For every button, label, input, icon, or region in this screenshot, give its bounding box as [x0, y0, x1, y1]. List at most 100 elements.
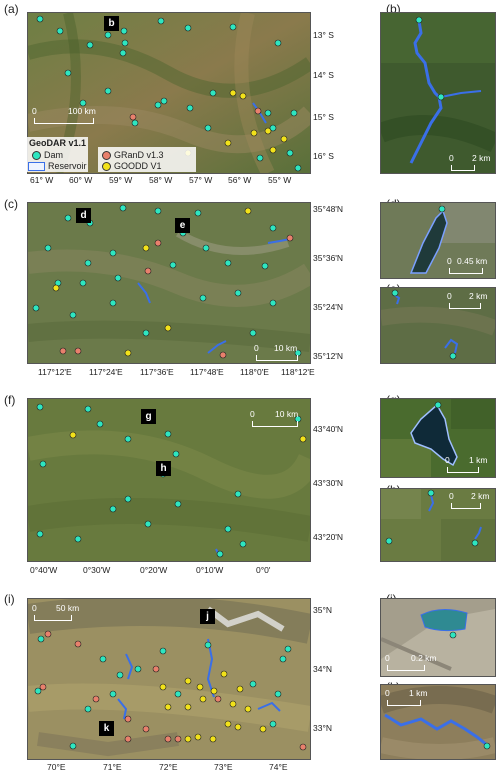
lat-f-3: 43°20'N — [313, 532, 344, 542]
lat-i-1: 35°N — [313, 605, 332, 615]
map-panel-h: 0 2 km — [380, 488, 496, 562]
lat-f-2: 43°30'N — [313, 478, 344, 488]
lon-c-5: 118°0'E — [240, 367, 269, 377]
dam-point — [299, 435, 307, 443]
dam-point — [142, 329, 150, 337]
dam-point — [224, 525, 232, 533]
dam-point — [254, 107, 262, 115]
lat-c-4: 35°12'N — [313, 351, 344, 361]
dam-point — [169, 261, 177, 269]
scale-bar-a: 0 100 km — [32, 106, 112, 126]
dam-point — [119, 49, 127, 57]
scale-j-value: 0.2 km — [411, 653, 437, 663]
scale-e-bar — [449, 303, 481, 309]
dam-point — [294, 164, 302, 172]
dam-point — [244, 207, 252, 215]
map-c-image — [28, 203, 310, 363]
scale-bar-j: 0 0.2 km — [385, 653, 445, 673]
dam-point — [119, 204, 127, 212]
lon-i-3: 72°E — [159, 762, 178, 772]
dam-point — [36, 403, 44, 411]
dam-point — [204, 124, 212, 132]
dam-point — [44, 630, 52, 638]
dam-point — [104, 31, 112, 39]
scale-f-bar — [252, 421, 298, 427]
scale-c-bar — [256, 355, 298, 361]
scale-h-bar — [451, 503, 481, 509]
dam-point — [184, 24, 192, 32]
scale-k-value: 1 km — [409, 688, 428, 698]
scale-b-bar — [451, 165, 475, 171]
dam-point — [216, 550, 224, 558]
scale-g-bar — [447, 467, 479, 473]
dam-point — [209, 89, 217, 97]
lon-c-3: 117°36'E — [140, 367, 174, 377]
dam-point — [64, 214, 72, 222]
dam-point — [129, 113, 137, 121]
dam-point — [236, 685, 244, 693]
dam-point — [124, 349, 132, 357]
dam-point — [124, 495, 132, 503]
dam-point — [56, 27, 64, 35]
lat-a-3: 15° S — [313, 112, 334, 122]
scale-bar-b: 0 2 km — [449, 153, 494, 173]
dam-point — [69, 431, 77, 439]
dam-point — [184, 677, 192, 685]
lat-c-1: 35°48'N — [313, 204, 344, 214]
legend-dam: Dam — [32, 150, 63, 160]
scale-bar-c: 0 10 km — [254, 343, 309, 363]
dam-point — [84, 405, 92, 413]
dam-point — [174, 690, 182, 698]
dam-point — [44, 244, 52, 252]
dam-point — [124, 735, 132, 743]
lat-a-1: 13° S — [313, 30, 334, 40]
map-panel-f: g h 0 10 km — [27, 398, 311, 562]
dam-point — [104, 87, 112, 95]
legend-goodd-label: GOODD V1 — [114, 161, 162, 171]
map-marker-k: k — [99, 721, 114, 736]
lon-c-2: 117°24'E — [89, 367, 123, 377]
dam-point — [224, 720, 232, 728]
scale-c-zero: 0 — [254, 343, 259, 353]
map-marker-b: b — [104, 16, 119, 31]
dam-point — [269, 299, 277, 307]
map-panel-c: d e 0 10 km — [27, 202, 311, 364]
dam-point — [174, 735, 182, 743]
dam-point — [131, 119, 139, 127]
scale-bar-g: 0 1 km — [445, 455, 495, 475]
scale-k-zero: 0 — [385, 688, 390, 698]
dam-point — [274, 690, 282, 698]
dam-point — [269, 146, 277, 154]
dam-point — [121, 39, 129, 47]
dam-point — [79, 279, 87, 287]
dam-point — [120, 27, 128, 35]
dam-point — [229, 89, 237, 97]
lon-a-3: 59° W — [109, 175, 133, 185]
dam-point — [109, 505, 117, 513]
lon-f-5: 0°0' — [256, 565, 271, 575]
scale-i-value: 50 km — [56, 603, 80, 613]
panel-f-label: (f) — [4, 393, 16, 407]
map-marker-e: e — [175, 218, 190, 233]
dam-point — [264, 109, 272, 117]
legend-title: GeoDAR v1.1 — [29, 138, 87, 148]
dam-point — [249, 329, 257, 337]
lon-i-1: 70°E — [47, 762, 66, 772]
dam-point — [92, 695, 100, 703]
map-b-image — [381, 13, 495, 173]
scale-c-value: 10 km — [274, 343, 298, 353]
dam-point — [114, 274, 122, 282]
dam-point — [261, 262, 269, 270]
scale-a-value: 100 km — [68, 106, 96, 116]
legend-reservoir: Reservoir — [28, 161, 87, 171]
lat-i-2: 34°N — [313, 664, 332, 674]
dam-point — [109, 690, 117, 698]
scale-j-bar — [387, 665, 425, 671]
dam-point — [269, 720, 277, 728]
scale-b-zero: 0 — [449, 153, 454, 163]
dam-point — [229, 700, 237, 708]
scale-f-value: 10 km — [275, 409, 299, 419]
lat-a-4: 16° S — [313, 151, 334, 161]
scale-d-zero: 0 — [447, 256, 452, 266]
dam-point — [154, 239, 162, 247]
